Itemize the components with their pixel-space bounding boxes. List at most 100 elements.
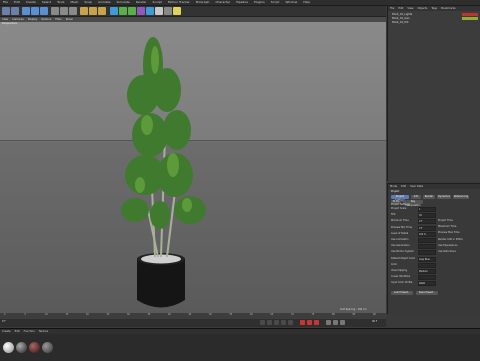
current-frame[interactable]: 0 F — [2, 320, 6, 323]
material-swatch[interactable] — [16, 342, 27, 353]
menu-item-character[interactable]: Character — [215, 0, 230, 5]
menu-item-edit[interactable]: Edit — [14, 0, 20, 5]
camera-icon[interactable] — [164, 7, 172, 15]
menu-item-sculpt[interactable]: Sculpt — [152, 0, 161, 5]
material-swatch[interactable] — [3, 342, 14, 353]
axis-x-icon[interactable] — [51, 7, 59, 15]
viewport-menu-panel[interactable]: Panel — [66, 17, 73, 22]
material-menu-texture[interactable]: Texture — [39, 329, 49, 334]
tab-info[interactable]: Info — [411, 195, 421, 199]
axis-z-icon[interactable] — [69, 7, 77, 15]
object-menu-edit[interactable]: Edit — [398, 6, 403, 11]
field-input[interactable]: 30 — [418, 213, 436, 219]
menu-item-simulate[interactable]: Simulate — [117, 0, 130, 5]
rotation-key-icon[interactable] — [340, 320, 345, 325]
menu-item-file[interactable]: File — [3, 0, 8, 5]
field-input[interactable]: 100 % — [418, 231, 436, 237]
object-menu-bookmarks[interactable]: Bookmarks — [441, 6, 456, 11]
material-menu-create[interactable]: Create — [2, 329, 11, 334]
viewport-menu-filter[interactable]: Filter — [55, 17, 61, 22]
menu-item-pipeline[interactable]: Pipeline — [236, 0, 248, 5]
save-preset-button[interactable]: Save Preset... — [416, 291, 438, 295]
object-row[interactable]: Plant_10_Pot — [392, 21, 409, 25]
next-frame-icon[interactable] — [281, 320, 286, 325]
material-tag-icon[interactable] — [462, 17, 478, 20]
attribute-menu-mode[interactable]: Mode — [390, 184, 397, 189]
section-title: Project Settings — [391, 203, 410, 206]
object-menu-objects[interactable]: Objects — [418, 6, 428, 11]
tab-render[interactable]: Render — [423, 195, 435, 199]
record-icon[interactable] — [300, 320, 305, 325]
field-input[interactable]: Medium — [418, 269, 436, 274]
material-tag-icon[interactable] — [462, 13, 478, 16]
menu-item-mesh[interactable]: Mesh — [70, 0, 78, 5]
tab-dynamics[interactable]: Dynamics — [437, 195, 451, 199]
move-tool-icon[interactable] — [22, 7, 30, 15]
material-manager: Create Edit Function Texture — [0, 328, 480, 361]
field-input[interactable] — [418, 238, 436, 243]
menu-item-window[interactable]: Window — [285, 0, 297, 5]
scale-tool-icon[interactable] — [31, 7, 39, 15]
field-input[interactable] — [418, 244, 436, 250]
menu-item-animate[interactable]: Animate — [98, 0, 111, 5]
go-to-end-icon[interactable] — [288, 320, 293, 325]
viewport-menu-display[interactable]: Display — [28, 17, 38, 22]
viewport-label: Perspective — [2, 22, 18, 25]
menu-item-script[interactable]: Script — [271, 0, 280, 5]
load-preset-button[interactable]: Load Preset... — [391, 291, 413, 295]
field-input[interactable]: 0 F — [418, 219, 436, 225]
field-input[interactable] — [418, 275, 436, 281]
attribute-menu-edit[interactable]: Edit — [401, 184, 406, 189]
redo-icon[interactable] — [11, 7, 19, 15]
material-menu-function[interactable]: Function — [24, 329, 35, 334]
menu-item-snap[interactable]: Snap — [84, 0, 92, 5]
menu-item-plugins[interactable]: Plugins — [254, 0, 265, 5]
go-to-start-icon[interactable] — [260, 320, 265, 325]
menu-item-tools[interactable]: Tools — [57, 0, 64, 5]
field-input[interactable]: 0 F — [418, 225, 436, 231]
autokey-icon[interactable] — [307, 320, 312, 325]
prev-frame-icon[interactable] — [267, 320, 272, 325]
scale-key-icon[interactable] — [333, 320, 338, 325]
array-icon[interactable] — [137, 7, 145, 15]
light-icon[interactable] — [173, 7, 181, 15]
field-input[interactable]: sRGB — [418, 281, 436, 287]
material-menu-edit[interactable]: Edit — [15, 329, 20, 334]
undo-icon[interactable] — [2, 7, 10, 15]
field-input[interactable]: 1 — [418, 207, 436, 212]
field-input[interactable] — [418, 262, 436, 268]
menu-item-motion-tracker[interactable]: Motion Tracker — [168, 0, 190, 5]
menu-item-help[interactable]: Help — [303, 0, 310, 5]
material-swatch[interactable] — [42, 342, 53, 353]
subdivision-icon[interactable] — [128, 7, 136, 15]
material-swatch[interactable] — [29, 342, 40, 353]
play-icon[interactable] — [274, 320, 279, 325]
rotate-tool-icon[interactable] — [40, 7, 48, 15]
tab-project-settings[interactable]: Project Settings — [391, 195, 409, 202]
position-key-icon[interactable] — [326, 320, 331, 325]
end-frame[interactable]: 90 F — [372, 320, 377, 323]
menu-item-mograph[interactable]: MoGraph — [196, 0, 210, 5]
object-menu-file[interactable]: File — [390, 6, 394, 11]
render-settings-icon[interactable] — [98, 7, 106, 15]
object-menu-view[interactable]: View — [407, 6, 413, 11]
floor-icon[interactable] — [155, 7, 163, 15]
axis-y-icon[interactable] — [60, 7, 68, 15]
menu-item-render[interactable]: Render — [136, 0, 147, 5]
cube-icon[interactable] — [110, 7, 118, 15]
render-picture-viewer-icon[interactable] — [89, 7, 97, 15]
plant-model[interactable] — [95, 25, 225, 315]
render-view-icon[interactable] — [80, 7, 88, 15]
pen-spline-icon[interactable] — [119, 7, 127, 15]
keyframe-selection-icon[interactable] — [314, 320, 319, 325]
object-menu-tags[interactable]: Tags — [431, 6, 437, 11]
deformer-icon[interactable] — [146, 7, 154, 15]
tab-referencing[interactable]: Referencing — [453, 195, 469, 199]
timeline-tick-label: 60 — [250, 313, 253, 316]
menu-item-select[interactable]: Select — [42, 0, 51, 5]
field-input[interactable]: Gray Blue — [418, 256, 436, 262]
menu-item-create[interactable]: Create — [26, 0, 36, 5]
viewport-menu-options[interactable]: Options — [41, 17, 51, 22]
attribute-menu-user-data[interactable]: User Data — [410, 184, 423, 189]
field-input[interactable] — [418, 250, 436, 256]
